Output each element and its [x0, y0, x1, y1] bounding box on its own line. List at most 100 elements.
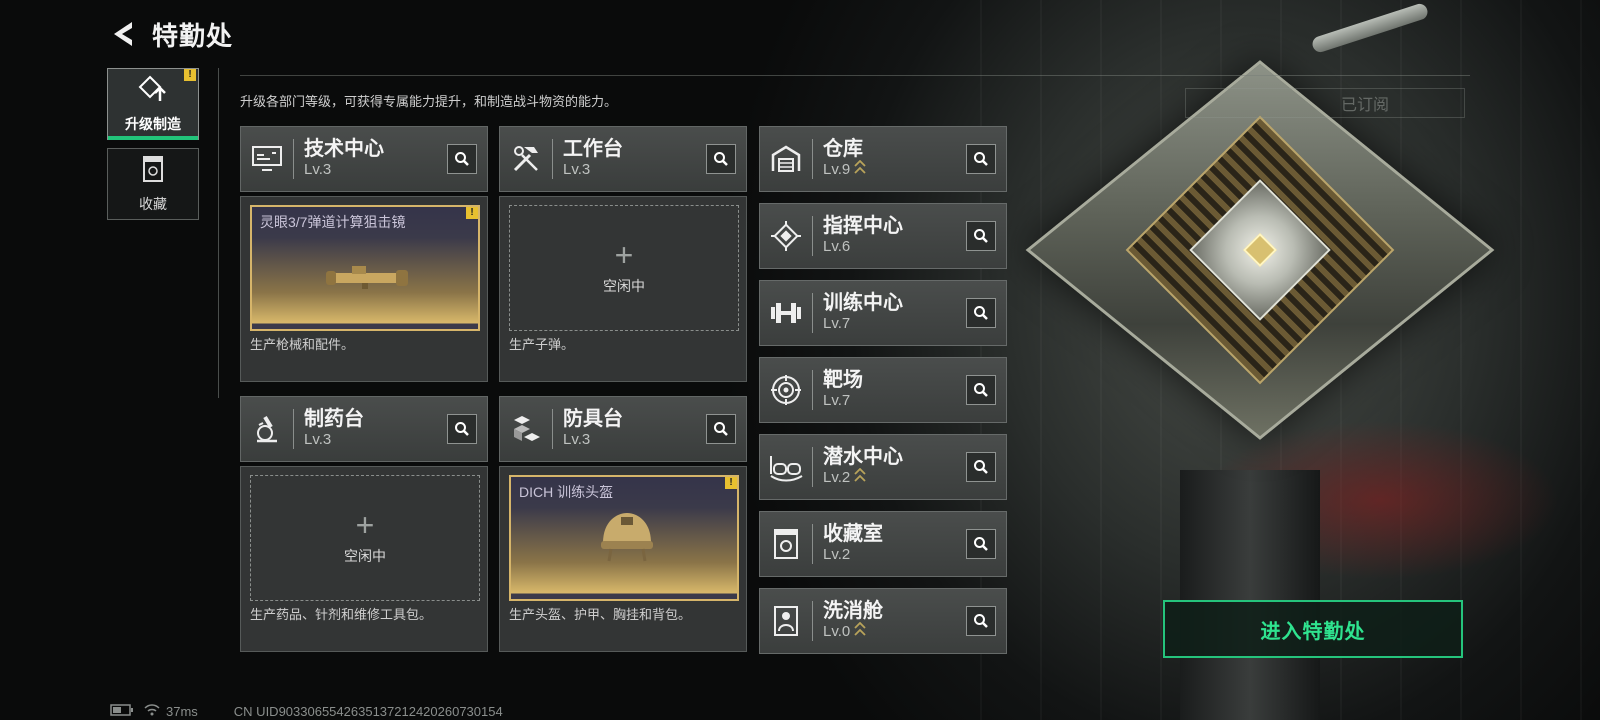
facility-level: Lv.7 — [823, 392, 851, 409]
dept-description: 生产药品、针剂和维修工具包。 — [250, 607, 433, 622]
facility-collection-room[interactable]: 收藏室 Lv.2 — [759, 511, 1007, 577]
dumbbell-icon — [768, 295, 804, 331]
subscribe-button[interactable]: 已订阅 — [1185, 88, 1465, 118]
wifi-icon — [144, 703, 160, 719]
status-bar: 37ms CN UID90330655426351372124202607301… — [110, 703, 503, 719]
tools-icon — [508, 141, 544, 177]
facility-level: Lv.0 — [823, 622, 851, 640]
divider — [218, 68, 219, 398]
crafting-item-name: DICH 训练头盔 — [519, 484, 614, 500]
dept-level: Lv.3 — [304, 161, 332, 178]
microscope-icon — [249, 411, 285, 447]
nav-upgrade-craft[interactable]: ! 升级制造 — [107, 68, 199, 140]
warehouse-icon — [768, 141, 804, 177]
crafting-item-name: 灵眼3/7弹道计算狙击镜 — [260, 214, 406, 230]
search-icon[interactable] — [966, 452, 996, 482]
dept-name: 制药台 — [304, 408, 364, 430]
facility-level: Lv.2 — [823, 468, 851, 486]
dept-body: + 空闲中 生产子弹。 — [499, 196, 747, 382]
facility-training-center[interactable]: 训练中心 Lv.7 — [759, 280, 1007, 346]
facility-level: Lv.2 — [823, 546, 851, 563]
upgrade-chevron-icon — [854, 159, 866, 180]
nav-collection[interactable]: 收藏 — [107, 148, 199, 220]
search-icon[interactable] — [966, 221, 996, 251]
upgrade-chevron-icon — [854, 621, 866, 642]
search-icon[interactable] — [966, 375, 996, 405]
facility-level: Lv.7 — [823, 315, 851, 332]
facility-warehouse[interactable]: 仓库 Lv.9 — [759, 126, 1007, 192]
facility-name: 洗消舱 — [823, 599, 883, 622]
plus-icon: + — [355, 507, 375, 543]
upgrade-icon — [138, 75, 168, 108]
dept-name: 技术中心 — [304, 138, 384, 160]
search-icon[interactable] — [966, 144, 996, 174]
dept-description: 生产子弹。 — [509, 337, 575, 352]
facility-name: 指挥中心 — [823, 215, 903, 237]
nav-label: 收藏 — [139, 195, 167, 212]
enter-button[interactable]: 进入特勤处 — [1163, 600, 1463, 658]
search-icon[interactable] — [706, 414, 736, 444]
search-icon[interactable] — [966, 606, 996, 636]
dept-level: Lv.3 — [563, 431, 591, 448]
search-icon[interactable] — [706, 144, 736, 174]
upgrade-chevron-icon — [854, 467, 866, 488]
dept-description: 生产头盔、护甲、胸挂和背包。 — [509, 607, 692, 622]
search-icon[interactable] — [447, 144, 477, 174]
chip-icon — [768, 218, 804, 254]
nav-label: 升级制造 — [125, 115, 181, 132]
facility-name: 靶场 — [823, 369, 863, 391]
side-nav: ! 升级制造 收藏 — [107, 68, 199, 228]
dept-card-workbench: 工作台 Lv.3 + 空闲中 生产子弹。 — [499, 126, 747, 382]
dept-level: Lv.3 — [563, 161, 591, 178]
dept-body: 灵眼3/7弹道计算狙击镜 ! 生产枪械和配件。 — [240, 196, 488, 382]
armor-boxes-icon — [508, 411, 544, 447]
battery-icon — [110, 703, 134, 719]
facility-shooting-range[interactable]: 靶场 Lv.7 — [759, 357, 1007, 423]
scope-image — [326, 266, 408, 289]
idle-slot[interactable]: + 空闲中 — [250, 475, 480, 601]
crafting-slot[interactable]: 灵眼3/7弹道计算狙击镜 ! — [250, 205, 480, 331]
facility-command-center[interactable]: 指挥中心 Lv.6 — [759, 203, 1007, 269]
dept-header[interactable]: 工作台 Lv.3 — [499, 126, 747, 192]
dept-name: 工作台 — [563, 138, 623, 160]
dept-body: + 空闲中 生产药品、针剂和维修工具包。 — [240, 466, 488, 652]
crafting-slot[interactable]: DICH 训练头盔 ! — [509, 475, 739, 601]
dept-card-pharmacy: 制药台 Lv.3 + 空闲中 生产药品、针剂和维修工具包。 — [240, 396, 488, 652]
idle-slot[interactable]: + 空闲中 — [509, 205, 739, 331]
alert-badge: ! — [466, 207, 478, 219]
facility-name: 潜水中心 — [823, 445, 903, 468]
search-icon[interactable] — [966, 529, 996, 559]
idle-label: 空闲中 — [344, 548, 386, 564]
collection-icon — [141, 155, 165, 188]
dept-header[interactable]: 制药台 Lv.3 — [240, 396, 488, 462]
idle-label: 空闲中 — [603, 278, 645, 294]
facility-decon-chamber[interactable]: 洗消舱 Lv.0 — [759, 588, 1007, 654]
target-icon — [768, 372, 804, 408]
facility-level: Lv.9 — [823, 160, 851, 178]
alert-badge: ! — [725, 477, 737, 489]
helmet-image — [601, 513, 653, 562]
facility-name: 仓库 — [823, 137, 863, 160]
search-icon[interactable] — [966, 298, 996, 328]
section-description: 升级各部门等级，可获得专属能力提升，和制造战斗物资的能力。 — [240, 94, 618, 109]
facility-diving-center[interactable]: 潜水中心 Lv.2 — [759, 434, 1007, 500]
facility-name: 收藏室 — [823, 523, 883, 545]
facility-level: Lv.6 — [823, 238, 851, 255]
divider — [240, 75, 1470, 76]
dept-card-armory: 防具台 Lv.3 DICH 训练头盔 ! 生产头盔、护甲、胸挂和背包。 — [499, 396, 747, 652]
search-icon[interactable] — [447, 414, 477, 444]
dept-header[interactable]: 技术中心 Lv.3 — [240, 126, 488, 192]
dept-name: 防具台 — [563, 408, 623, 430]
dept-level: Lv.3 — [304, 431, 332, 448]
page-title: 特勤处 — [152, 20, 234, 51]
alert-badge: ! — [184, 69, 196, 81]
ping-value: 37ms — [166, 703, 198, 719]
back-arrow-icon[interactable] — [108, 16, 138, 52]
dept-body: DICH 训练头盔 ! 生产头盔、护甲、胸挂和背包。 — [499, 466, 747, 652]
dept-header[interactable]: 防具台 Lv.3 — [499, 396, 747, 462]
facility-name: 训练中心 — [823, 292, 903, 314]
goggles-icon — [768, 449, 804, 485]
computer-icon — [249, 141, 285, 177]
collection-room-icon — [768, 526, 804, 562]
dept-card-tech-center: 技术中心 Lv.3 灵眼3/7弹道计算狙击镜 ! 生产枪械和配件。 — [240, 126, 488, 382]
